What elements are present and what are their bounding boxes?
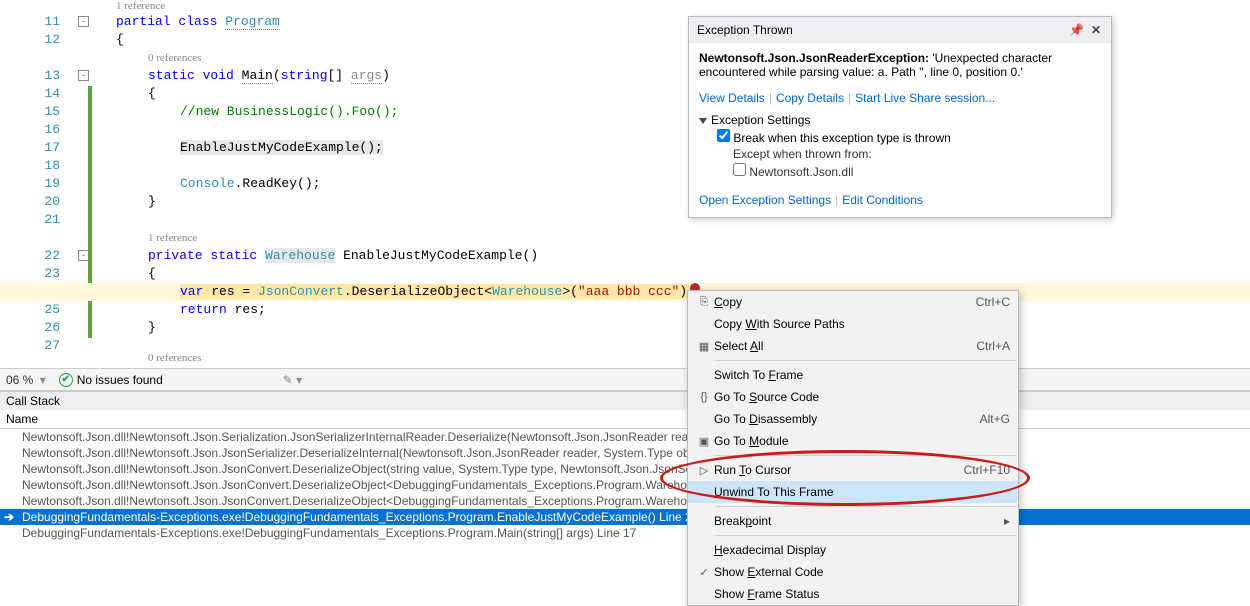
- callstack-row[interactable]: Newtonsoft.Json.dll!Newtonsoft.Json.Json…: [0, 461, 1250, 477]
- exception-message: Newtonsoft.Json.JsonReaderException: 'Un…: [689, 43, 1111, 87]
- menu-item-unwind-to-this-frame[interactable]: Unwind To This Frame: [688, 481, 1018, 503]
- copy-details-link[interactable]: Copy Details: [776, 91, 844, 105]
- menu-item-go-to-module[interactable]: ▣Go To Module: [688, 430, 1018, 452]
- callstack-panel[interactable]: Call Stack Name Newtonsoft.Json.dll!Newt…: [0, 390, 1250, 596]
- line-number: 14: [0, 86, 60, 101]
- codelens[interactable]: 1 reference: [148, 232, 197, 244]
- callstack-row[interactable]: Newtonsoft.Json.dll!Newtonsoft.Json.Json…: [0, 493, 1250, 509]
- open-exception-settings-link[interactable]: Open Exception Settings: [699, 193, 831, 207]
- except-dll-checkbox[interactable]: Newtonsoft.Json.dll: [699, 161, 1101, 181]
- line-number: 26: [0, 320, 60, 335]
- exception-links: View Details|Copy Details|Start Live Sha…: [689, 87, 1111, 113]
- menu-item-show-external-code[interactable]: ✓Show External Code: [688, 561, 1018, 583]
- menu-item-hexadecimal-display[interactable]: Hexadecimal Display: [688, 539, 1018, 561]
- current-frame-arrow-icon: ➔: [4, 510, 14, 524]
- exception-popup[interactable]: Exception Thrown 📌 ✕ Newtonsoft.Json.Jso…: [688, 16, 1112, 218]
- menu-item-label: Breakpoint: [714, 514, 1004, 528]
- issues-status: No issues found: [77, 373, 163, 387]
- line-number: 22: [0, 248, 60, 263]
- menu-item-label: Copy With Source Paths: [714, 317, 1010, 331]
- menu-item-go-to-source-code[interactable]: {}Go To Source Code: [688, 386, 1018, 408]
- menu-item-label: Switch To Frame: [714, 368, 1010, 382]
- menu-item-run-to-cursor[interactable]: ▷Run To CursorCtrl+F10: [688, 459, 1018, 481]
- except-when-label: Except when thrown from:: [699, 147, 1101, 161]
- menu-item-label: Unwind To This Frame: [714, 485, 1010, 499]
- line-number: 12: [0, 32, 60, 47]
- submenu-arrow-icon: ▸: [1004, 514, 1010, 528]
- line-number: 13: [0, 68, 60, 83]
- menu-item-label: Show Frame Status: [714, 587, 1010, 601]
- menu-shortcut: Alt+G: [980, 412, 1010, 426]
- menu-item-label: Go To Module: [714, 434, 1010, 448]
- chevron-down-icon[interactable]: ▾: [37, 373, 49, 387]
- callstack-row[interactable]: Newtonsoft.Json.dll!Newtonsoft.Json.Json…: [0, 445, 1250, 461]
- menu-item-show-frame-status[interactable]: Show Frame Status: [688, 583, 1018, 605]
- callstack-title: Call Stack: [0, 392, 1250, 410]
- edit-conditions-link[interactable]: Edit Conditions: [842, 193, 923, 207]
- callstack-row[interactable]: Newtonsoft.Json.dll!Newtonsoft.Json.Seri…: [0, 429, 1250, 445]
- menu-item-label: Go To Disassembly: [714, 412, 980, 426]
- break-when-thrown-checkbox[interactable]: Break when this exception type is thrown: [699, 127, 1101, 147]
- menu-item-label: Go To Source Code: [714, 390, 1010, 404]
- menu-item-label: Run To Cursor: [714, 463, 964, 477]
- menu-item-go-to-disassembly[interactable]: Go To DisassemblyAlt+G: [688, 408, 1018, 430]
- codelens[interactable]: 0 references: [148, 52, 201, 64]
- zoom-level[interactable]: 06 % ▾: [0, 373, 55, 387]
- menu-item-label: Select All: [714, 339, 976, 353]
- menu-shortcut: Ctrl+C: [976, 295, 1010, 309]
- line-number: 18: [0, 158, 60, 173]
- line-number: 27: [0, 338, 60, 353]
- menu-shortcut: Ctrl+A: [976, 339, 1010, 353]
- fold-toggle[interactable]: -: [78, 70, 89, 81]
- view-details-link[interactable]: View Details: [699, 91, 765, 105]
- menu-item-breakpoint[interactable]: Breakpoint▸: [688, 510, 1018, 532]
- menu-item-label: Show External Code: [714, 565, 1010, 579]
- pencil-icon[interactable]: ✎ ▾: [283, 373, 302, 387]
- close-icon[interactable]: ✕: [1089, 23, 1103, 37]
- pin-icon[interactable]: 📌: [1069, 23, 1083, 37]
- line-number: 23: [0, 266, 60, 281]
- live-share-link[interactable]: Start Live Share session...: [855, 91, 995, 105]
- line-number: 11: [0, 14, 60, 29]
- select-icon: ▦: [694, 340, 714, 353]
- menu-item-switch-to-frame[interactable]: Switch To Frame: [688, 364, 1018, 386]
- line-number: 20: [0, 194, 60, 209]
- copy-icon: ⎘: [694, 296, 714, 309]
- menu-item-select-all[interactable]: ▦Select AllCtrl+A: [688, 335, 1018, 357]
- callstack-row[interactable]: ➔DebuggingFundamentals-Exceptions.exe!De…: [0, 509, 1250, 525]
- line-number: 25: [0, 302, 60, 317]
- menu-item-label: Hexadecimal Display: [714, 543, 1010, 557]
- exception-settings-header[interactable]: Exception Settings: [699, 113, 1101, 127]
- exception-popup-title: Exception Thrown: [697, 23, 1069, 37]
- check-icon: ✓: [694, 566, 714, 579]
- menu-item-copy[interactable]: ⎘CopyCtrl+C: [688, 291, 1018, 313]
- callstack-row[interactable]: DebuggingFundamentals-Exceptions.exe!Deb…: [0, 525, 1250, 541]
- fold-toggle[interactable]: -: [78, 16, 89, 27]
- code-icon: {}: [694, 391, 714, 403]
- line-number-gutter: 11 - 12 13 - 14 15 16 17 18 19 20 21 22 …: [0, 0, 76, 380]
- method-call: EnableJustMyCodeExample();: [180, 140, 383, 155]
- menu-shortcut: Ctrl+F10: [964, 463, 1010, 477]
- line-number: 21: [0, 212, 60, 227]
- callstack-row[interactable]: Newtonsoft.Json.dll!Newtonsoft.Json.Json…: [0, 477, 1250, 493]
- editor-status-bar: 06 % ▾ ✔ No issues found ✎ ▾: [0, 368, 1250, 390]
- run-icon: ▷: [694, 464, 714, 477]
- context-menu[interactable]: ⎘CopyCtrl+CCopy With Source Paths▦Select…: [687, 290, 1019, 606]
- codelens[interactable]: 0 references: [148, 352, 201, 364]
- line-number: 17: [0, 140, 60, 155]
- line-number: 16: [0, 122, 60, 137]
- line-number: 19: [0, 176, 60, 191]
- line-number: 15: [0, 104, 60, 119]
- module-icon: ▣: [694, 435, 714, 448]
- menu-item-copy-with-source-paths[interactable]: Copy With Source Paths: [688, 313, 1018, 335]
- menu-item-label: Copy: [714, 295, 976, 309]
- issues-ok-icon: ✔: [59, 373, 73, 387]
- codelens[interactable]: 1 reference: [116, 0, 165, 12]
- callstack-column-header[interactable]: Name: [0, 410, 1250, 429]
